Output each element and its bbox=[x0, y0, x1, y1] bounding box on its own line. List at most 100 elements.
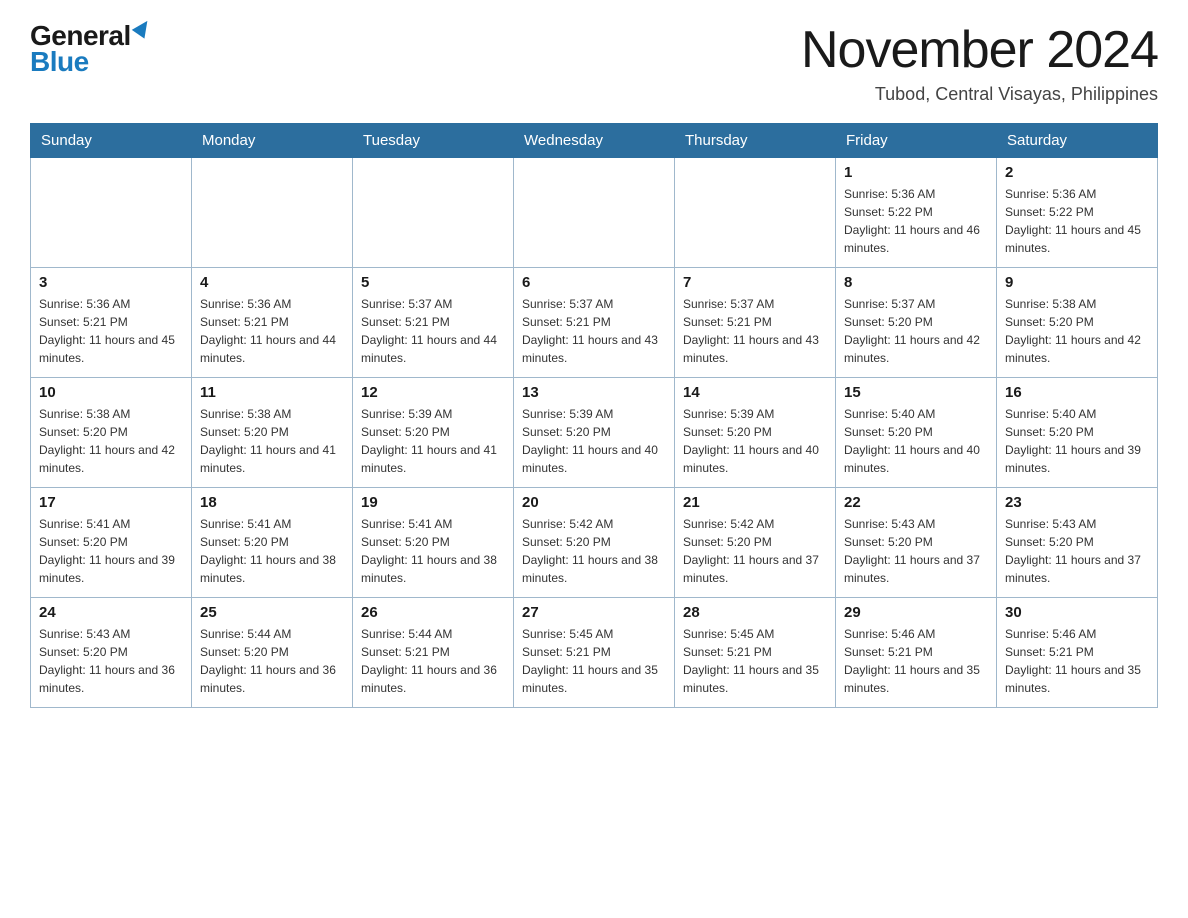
day-info: Sunrise: 5:38 AMSunset: 5:20 PMDaylight:… bbox=[1005, 295, 1149, 367]
calendar-cell: 14 Sunrise: 5:39 AMSunset: 5:20 PMDayligh… bbox=[675, 378, 836, 488]
calendar-cell: 22 Sunrise: 5:43 AMSunset: 5:20 PMDayligh… bbox=[836, 488, 997, 598]
calendar-cell bbox=[31, 158, 192, 268]
day-number: 25 bbox=[200, 604, 344, 621]
day-info: Sunrise: 5:41 AMSunset: 5:20 PMDaylight:… bbox=[200, 515, 344, 587]
calendar-cell: 28 Sunrise: 5:45 AMSunset: 5:21 PMDayligh… bbox=[675, 598, 836, 708]
calendar-cell: 9 Sunrise: 5:38 AMSunset: 5:20 PMDaylight… bbox=[997, 268, 1158, 378]
day-info: Sunrise: 5:40 AMSunset: 5:20 PMDaylight:… bbox=[844, 405, 988, 477]
calendar-cell: 23Sunrise: 5:43 AMSunset: 5:20 PMDayligh… bbox=[997, 488, 1158, 598]
day-info: Sunrise: 5:37 AMSunset: 5:21 PMDaylight:… bbox=[683, 295, 827, 367]
calendar-cell: 27Sunrise: 5:45 AMSunset: 5:21 PMDayligh… bbox=[514, 598, 675, 708]
calendar-cell: 11 Sunrise: 5:38 AMSunset: 5:20 PMDayligh… bbox=[192, 378, 353, 488]
day-number: 11 bbox=[200, 384, 344, 401]
weekday-header-saturday: Saturday bbox=[997, 124, 1158, 158]
calendar-cell: 13 Sunrise: 5:39 AMSunset: 5:20 PMDayligh… bbox=[514, 378, 675, 488]
day-info: Sunrise: 5:38 AMSunset: 5:20 PMDaylight:… bbox=[39, 405, 183, 477]
day-info: Sunrise: 5:42 AMSunset: 5:20 PMDaylight:… bbox=[683, 515, 827, 587]
day-info: Sunrise: 5:39 AMSunset: 5:20 PMDaylight:… bbox=[683, 405, 827, 477]
logo-arrow-icon bbox=[132, 21, 152, 43]
weekday-header-sunday: Sunday bbox=[31, 124, 192, 158]
day-number: 29 bbox=[844, 604, 988, 621]
page-header: General Blue November 2024 Tubod, Centra… bbox=[30, 20, 1158, 105]
day-info: Sunrise: 5:42 AMSunset: 5:20 PMDaylight:… bbox=[522, 515, 666, 587]
day-info: Sunrise: 5:41 AMSunset: 5:20 PMDaylight:… bbox=[361, 515, 505, 587]
day-info: Sunrise: 5:43 AMSunset: 5:20 PMDaylight:… bbox=[844, 515, 988, 587]
calendar-cell: 17 Sunrise: 5:41 AMSunset: 5:20 PMDayligh… bbox=[31, 488, 192, 598]
calendar-cell: 4 Sunrise: 5:36 AMSunset: 5:21 PMDaylight… bbox=[192, 268, 353, 378]
day-number: 18 bbox=[200, 494, 344, 511]
calendar-cell bbox=[514, 158, 675, 268]
day-number: 3 bbox=[39, 274, 183, 291]
day-info: Sunrise: 5:46 AMSunset: 5:21 PMDaylight:… bbox=[1005, 625, 1149, 697]
day-info: Sunrise: 5:39 AMSunset: 5:20 PMDaylight:… bbox=[522, 405, 666, 477]
calendar-cell bbox=[353, 158, 514, 268]
day-number: 10 bbox=[39, 384, 183, 401]
day-info: Sunrise: 5:44 AMSunset: 5:20 PMDaylight:… bbox=[200, 625, 344, 697]
day-info: Sunrise: 5:36 AMSunset: 5:21 PMDaylight:… bbox=[200, 295, 344, 367]
day-number: 19 bbox=[361, 494, 505, 511]
day-number: 28 bbox=[683, 604, 827, 621]
day-number: 30 bbox=[1005, 604, 1149, 621]
calendar-cell: 12 Sunrise: 5:39 AMSunset: 5:20 PMDayligh… bbox=[353, 378, 514, 488]
calendar-week-row: 24Sunrise: 5:43 AMSunset: 5:20 PMDayligh… bbox=[31, 598, 1158, 708]
calendar-week-row: 3 Sunrise: 5:36 AMSunset: 5:21 PMDaylight… bbox=[31, 268, 1158, 378]
day-info: Sunrise: 5:45 AMSunset: 5:21 PMDaylight:… bbox=[683, 625, 827, 697]
calendar-cell: 21 Sunrise: 5:42 AMSunset: 5:20 PMDayligh… bbox=[675, 488, 836, 598]
calendar-cell: 19 Sunrise: 5:41 AMSunset: 5:20 PMDayligh… bbox=[353, 488, 514, 598]
weekday-header-monday: Monday bbox=[192, 124, 353, 158]
calendar-cell: 29 Sunrise: 5:46 AMSunset: 5:21 PMDayligh… bbox=[836, 598, 997, 708]
location-label: Tubod, Central Visayas, Philippines bbox=[801, 84, 1158, 105]
day-number: 15 bbox=[844, 384, 988, 401]
day-info: Sunrise: 5:36 AMSunset: 5:22 PMDaylight:… bbox=[844, 185, 988, 257]
day-number: 2 bbox=[1005, 164, 1149, 181]
day-info: Sunrise: 5:45 AMSunset: 5:21 PMDaylight:… bbox=[522, 625, 666, 697]
day-number: 5 bbox=[361, 274, 505, 291]
weekday-header-friday: Friday bbox=[836, 124, 997, 158]
day-info: Sunrise: 5:44 AMSunset: 5:21 PMDaylight:… bbox=[361, 625, 505, 697]
day-info: Sunrise: 5:43 AMSunset: 5:20 PMDaylight:… bbox=[39, 625, 183, 697]
calendar-cell: 20 Sunrise: 5:42 AMSunset: 5:20 PMDayligh… bbox=[514, 488, 675, 598]
calendar-cell: 16Sunrise: 5:40 AMSunset: 5:20 PMDayligh… bbox=[997, 378, 1158, 488]
day-info: Sunrise: 5:37 AMSunset: 5:20 PMDaylight:… bbox=[844, 295, 988, 367]
day-number: 13 bbox=[522, 384, 666, 401]
calendar-week-row: 10 Sunrise: 5:38 AMSunset: 5:20 PMDayligh… bbox=[31, 378, 1158, 488]
calendar-cell: 10 Sunrise: 5:38 AMSunset: 5:20 PMDayligh… bbox=[31, 378, 192, 488]
day-info: Sunrise: 5:43 AMSunset: 5:20 PMDaylight:… bbox=[1005, 515, 1149, 587]
day-number: 1 bbox=[844, 164, 988, 181]
day-number: 22 bbox=[844, 494, 988, 511]
calendar-cell: 18 Sunrise: 5:41 AMSunset: 5:20 PMDayligh… bbox=[192, 488, 353, 598]
calendar-cell: 3 Sunrise: 5:36 AMSunset: 5:21 PMDaylight… bbox=[31, 268, 192, 378]
calendar-cell: 1 Sunrise: 5:36 AMSunset: 5:22 PMDaylight… bbox=[836, 158, 997, 268]
weekday-header-thursday: Thursday bbox=[675, 124, 836, 158]
day-info: Sunrise: 5:37 AMSunset: 5:21 PMDaylight:… bbox=[361, 295, 505, 367]
calendar-cell: 5 Sunrise: 5:37 AMSunset: 5:21 PMDaylight… bbox=[353, 268, 514, 378]
day-info: Sunrise: 5:40 AMSunset: 5:20 PMDaylight:… bbox=[1005, 405, 1149, 477]
logo: General Blue bbox=[30, 20, 151, 78]
day-info: Sunrise: 5:46 AMSunset: 5:21 PMDaylight:… bbox=[844, 625, 988, 697]
calendar-week-row: 17 Sunrise: 5:41 AMSunset: 5:20 PMDayligh… bbox=[31, 488, 1158, 598]
day-info: Sunrise: 5:36 AMSunset: 5:21 PMDaylight:… bbox=[39, 295, 183, 367]
day-number: 17 bbox=[39, 494, 183, 511]
day-info: Sunrise: 5:36 AMSunset: 5:22 PMDaylight:… bbox=[1005, 185, 1149, 257]
weekday-header-wednesday: Wednesday bbox=[514, 124, 675, 158]
day-info: Sunrise: 5:39 AMSunset: 5:20 PMDaylight:… bbox=[361, 405, 505, 477]
calendar-cell: 7 Sunrise: 5:37 AMSunset: 5:21 PMDaylight… bbox=[675, 268, 836, 378]
day-number: 21 bbox=[683, 494, 827, 511]
day-number: 7 bbox=[683, 274, 827, 291]
day-number: 20 bbox=[522, 494, 666, 511]
calendar-cell: 2 Sunrise: 5:36 AMSunset: 5:22 PMDaylight… bbox=[997, 158, 1158, 268]
day-number: 14 bbox=[683, 384, 827, 401]
weekday-header-tuesday: Tuesday bbox=[353, 124, 514, 158]
calendar-cell: 8Sunrise: 5:37 AMSunset: 5:20 PMDaylight… bbox=[836, 268, 997, 378]
month-title: November 2024 bbox=[801, 20, 1158, 80]
calendar-cell bbox=[192, 158, 353, 268]
day-info: Sunrise: 5:38 AMSunset: 5:20 PMDaylight:… bbox=[200, 405, 344, 477]
day-info: Sunrise: 5:41 AMSunset: 5:20 PMDaylight:… bbox=[39, 515, 183, 587]
day-number: 9 bbox=[1005, 274, 1149, 291]
weekday-header-row: SundayMondayTuesdayWednesdayThursdayFrid… bbox=[31, 124, 1158, 158]
calendar-cell: 6Sunrise: 5:37 AMSunset: 5:21 PMDaylight… bbox=[514, 268, 675, 378]
calendar-cell: 15 Sunrise: 5:40 AMSunset: 5:20 PMDayligh… bbox=[836, 378, 997, 488]
calendar-cell: 24Sunrise: 5:43 AMSunset: 5:20 PMDayligh… bbox=[31, 598, 192, 708]
day-number: 12 bbox=[361, 384, 505, 401]
day-number: 4 bbox=[200, 274, 344, 291]
